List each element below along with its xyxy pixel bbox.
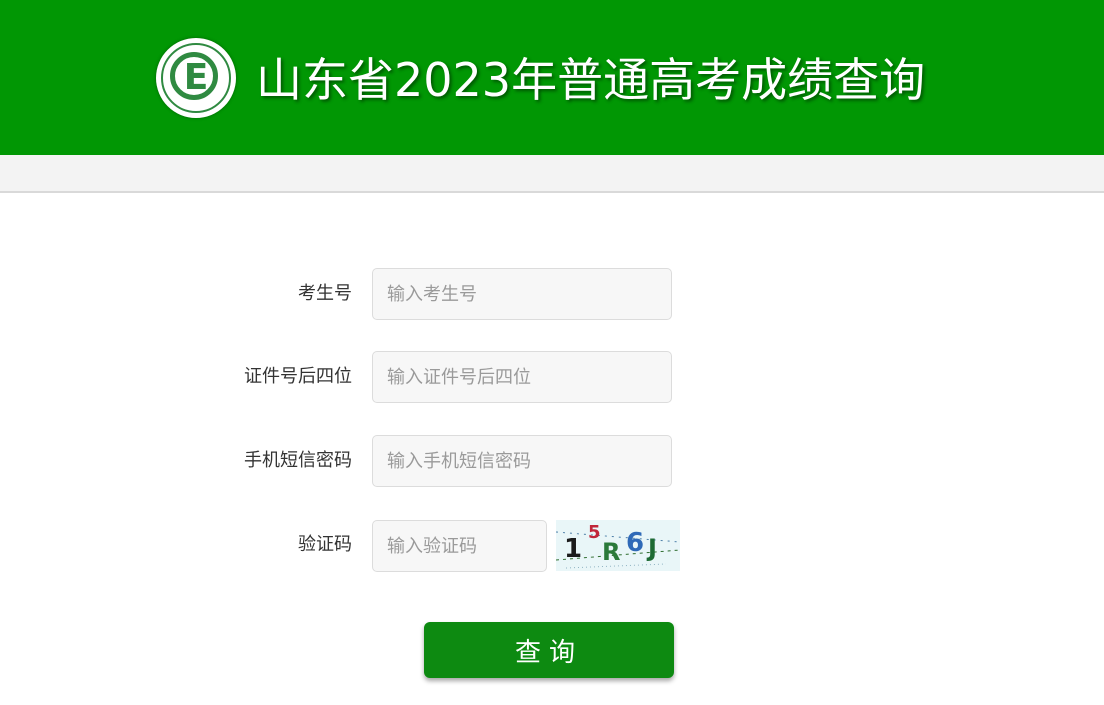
captcha-char: 1 xyxy=(564,534,583,564)
captcha-char: R xyxy=(602,538,621,566)
logo-letter: E xyxy=(183,57,209,98)
sub-header-bar xyxy=(0,155,1104,193)
page-header: E 山东省2023年普通高考成绩查询 xyxy=(0,0,1104,155)
sms-code-label: 手机短信密码 xyxy=(244,450,352,471)
page-title: 山东省2023年普通高考成绩查询 xyxy=(256,53,926,107)
id-last4-label: 证件号后四位 xyxy=(244,366,352,387)
query-button[interactable]: 查询 xyxy=(424,622,674,678)
id-last4-input[interactable] xyxy=(372,351,672,403)
captcha-label: 验证码 xyxy=(298,534,352,555)
captcha-char: 5 xyxy=(588,522,601,543)
sms-code-input[interactable] xyxy=(372,435,672,487)
captcha-input[interactable] xyxy=(372,520,547,572)
exam-number-input[interactable] xyxy=(372,268,672,320)
captcha-char: 6 xyxy=(626,528,645,558)
education-logo-icon: E xyxy=(156,38,236,118)
exam-number-label: 考生号 xyxy=(298,283,352,304)
captcha-char: J xyxy=(648,534,657,562)
captcha-image[interactable]: 1 5 R 6 J xyxy=(556,520,680,571)
